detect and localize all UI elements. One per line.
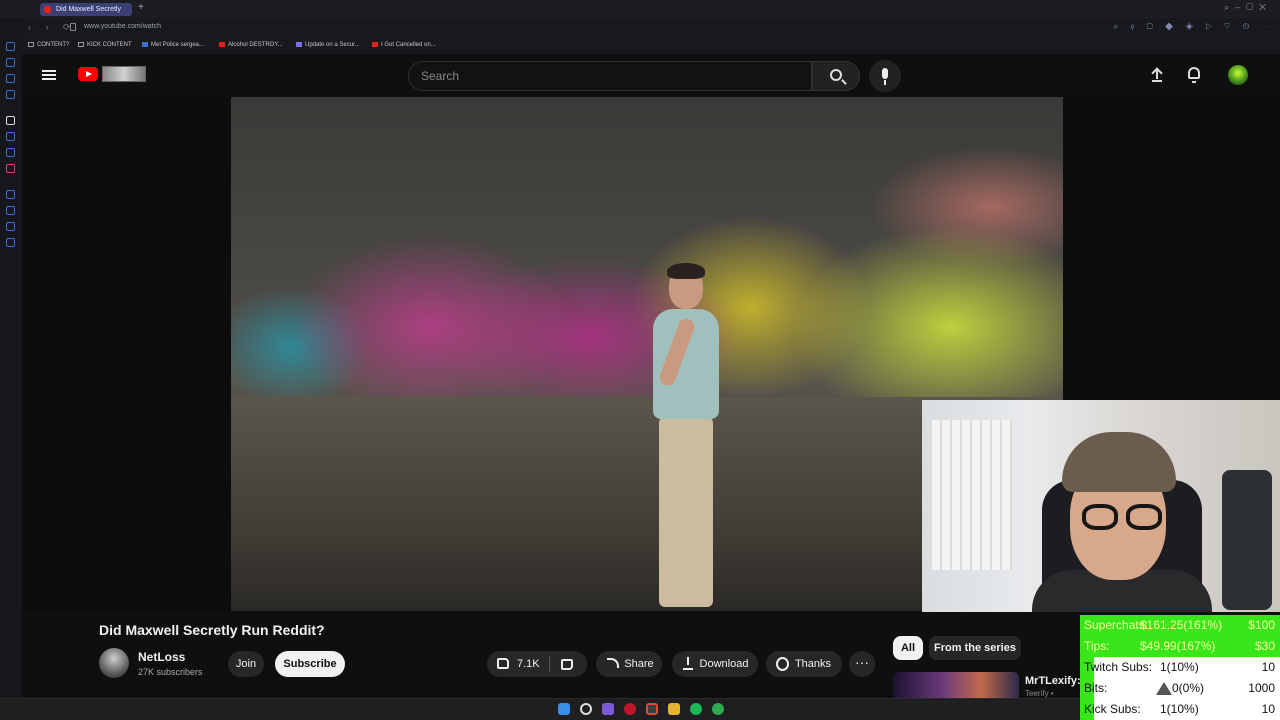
search-icon[interactable] [580, 703, 592, 715]
page-icon [142, 42, 148, 47]
like-count: 7.1K [517, 658, 540, 670]
streamer-webcam [922, 400, 1280, 612]
sidebar-history-icon[interactable] [6, 206, 15, 215]
xbox-icon[interactable] [712, 703, 724, 715]
spotify-icon[interactable] [690, 703, 702, 715]
sidebar-messenger-icon[interactable] [6, 132, 15, 141]
doodle-thumbnail[interactable] [102, 66, 146, 82]
recommended-thumbnail[interactable] [893, 672, 1019, 698]
stream-goals-overlay: Superchats: $161.25(161%) $100 Tips: $49… [1080, 615, 1280, 720]
download-button[interactable]: Download [672, 651, 758, 677]
channel-avatar[interactable] [99, 648, 129, 678]
overlay-row-kick-subs: Kick Subs: 1(10%) 10 [1080, 699, 1280, 720]
lock-icon [70, 23, 76, 31]
sidebar-instagram-icon[interactable] [6, 164, 15, 173]
browser-tab-active[interactable]: Did Maxwell Secretly [40, 3, 132, 16]
notifications-bell-icon[interactable] [1188, 67, 1200, 83]
new-tab-icon[interactable]: + [138, 2, 144, 13]
youtube-logo-icon[interactable] [78, 67, 98, 81]
os-taskbar [0, 698, 1080, 720]
overlay-row-superchats: Superchats: $161.25(161%) $100 [1080, 615, 1280, 636]
window-controls[interactable]: ⌕–▢✕ [1224, 2, 1272, 13]
browser-sidebar [0, 18, 22, 698]
sidebar-list-icon[interactable] [6, 90, 15, 99]
sidebar-telegram-icon[interactable] [6, 148, 15, 157]
youtube-icon [372, 42, 378, 47]
upload-icon[interactable] [1152, 68, 1162, 82]
sidebar-ai-icon[interactable] [6, 116, 15, 125]
account-avatar[interactable] [1228, 65, 1248, 85]
youtube-icon [219, 42, 225, 47]
recommended-title[interactable]: MrTLexify: [1025, 675, 1081, 687]
bookmarks-bar: CONTENT? KICK CONTENT Met Police sergea.… [22, 38, 1280, 54]
bookmark-item[interactable]: I Got Cancelled on... [372, 42, 436, 48]
url-field[interactable]: www.youtube.com/watch [84, 23, 161, 30]
browser-titlebar: Did Maxwell Secretly + ⌕–▢✕ [0, 0, 1280, 18]
channel-name[interactable]: NetLoss [138, 650, 185, 664]
page-icon [296, 42, 302, 47]
overlay-row-bits: Bits: 0(0%) 1000 [1080, 678, 1280, 699]
bookmark-item[interactable]: KICK CONTENT [78, 42, 132, 48]
start-menu-icon[interactable] [558, 703, 570, 715]
dislike-icon[interactable] [561, 659, 573, 670]
overlay-row-twitch-subs: Twitch Subs: 1(10%) 10 [1080, 657, 1280, 678]
youtube-favicon-icon [44, 6, 51, 13]
download-icon [683, 657, 693, 670]
menu-icon[interactable] [42, 70, 56, 80]
share-icon [607, 658, 619, 668]
search-icon [830, 69, 842, 81]
chip-from-series[interactable]: From the series [929, 636, 1021, 660]
subscribe-button[interactable]: Subscribe [275, 651, 345, 677]
extension-icons[interactable]: ⌕ ⚲ ▢ ◆ ◈ ▷ ♡ ◷ ⋯ [1114, 22, 1274, 32]
bits-icon [1156, 682, 1172, 695]
opera-gx-icon[interactable] [646, 703, 658, 715]
opera-icon[interactable] [624, 703, 636, 715]
bookmark-item[interactable]: CONTENT? [28, 42, 69, 48]
like-dislike-group[interactable]: 7.1K [487, 651, 587, 677]
sidebar-bookmark-icon[interactable] [6, 222, 15, 231]
video-presenter [629, 263, 739, 607]
share-button[interactable]: Share [596, 651, 662, 677]
search-button[interactable] [812, 61, 860, 91]
bookmark-item[interactable]: Update on a Secur... [296, 42, 360, 48]
address-bar: ‹ › ⟳ www.youtube.com/watch ⌕ ⚲ ▢ ◆ ◈ ▷ … [22, 18, 1280, 38]
video-title: Did Maxwell Secretly Run Reddit? [99, 622, 325, 638]
chip-all[interactable]: All [893, 636, 923, 660]
search-input[interactable]: Search [408, 61, 812, 91]
discord-icon[interactable] [602, 703, 614, 715]
sidebar-chat-icon[interactable] [6, 74, 15, 83]
bookmark-item[interactable]: Met Police sergea... [142, 42, 204, 48]
recommended-channel: Teerify • [1025, 689, 1054, 698]
folder-icon [28, 42, 34, 47]
sidebar-settings-icon[interactable] [6, 238, 15, 247]
bookmark-item[interactable]: Alcohol DESTROY... [219, 42, 283, 48]
join-button[interactable]: Join [228, 651, 264, 677]
thanks-button[interactable]: Thanks [766, 651, 842, 677]
sidebar-refresh-icon[interactable] [6, 42, 15, 51]
subscriber-count: 27K subscribers [138, 667, 203, 677]
sidebar-bag-icon[interactable] [6, 58, 15, 67]
sidebar-clock-icon[interactable] [6, 190, 15, 199]
thanks-icon [776, 657, 789, 671]
more-actions-button[interactable]: ··· [849, 651, 875, 677]
tab-title: Did Maxwell Secretly [56, 6, 121, 13]
like-icon[interactable] [497, 658, 509, 669]
file-explorer-icon[interactable] [668, 703, 680, 715]
folder-icon [78, 42, 84, 47]
youtube-header: Search [22, 54, 1280, 96]
voice-search-icon[interactable] [869, 60, 901, 92]
overlay-row-tips: Tips: $49.99(167%) $30 [1080, 636, 1280, 657]
